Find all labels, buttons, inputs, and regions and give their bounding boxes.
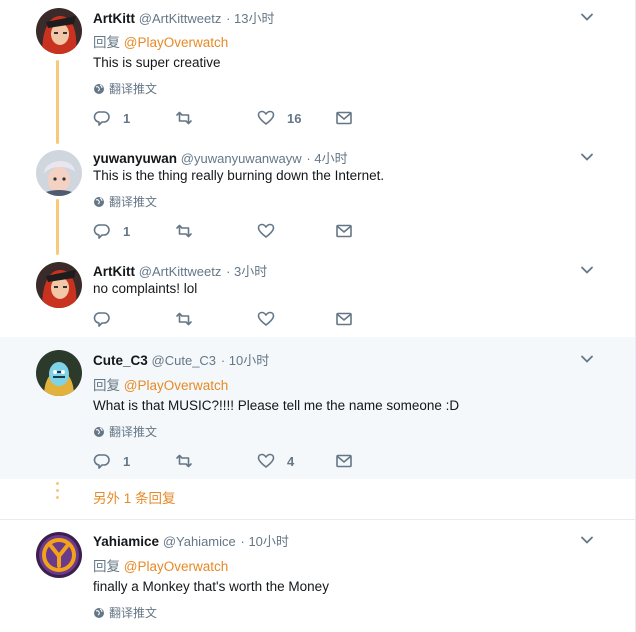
chevron-down-icon[interactable] <box>580 10 594 24</box>
reply-count: 1 <box>123 223 131 239</box>
display-name[interactable]: Cute_C3 <box>93 353 148 368</box>
chevron-down-icon[interactable] <box>580 263 594 277</box>
display-name[interactable]: yuwanyuwan <box>93 151 177 166</box>
chevron-down-icon[interactable] <box>580 352 594 366</box>
like-button[interactable]: 16 <box>257 109 301 127</box>
reply-prefix: 回复 <box>93 35 120 50</box>
avatar[interactable] <box>36 532 82 578</box>
reply-prefix: 回复 <box>93 378 120 393</box>
globe-icon <box>94 196 104 207</box>
retweet-icon <box>176 224 192 238</box>
thread-line <box>56 199 59 255</box>
avatar[interactable] <box>36 262 82 308</box>
like-button[interactable]: 4 <box>257 452 294 470</box>
user-handle[interactable]: @yuwanyuwanwayw <box>181 151 302 166</box>
reply-icon <box>93 224 110 239</box>
reply-context: 回复 @PlayOverwatch <box>93 374 228 394</box>
dm-button[interactable] <box>335 452 353 470</box>
chevron-down-icon[interactable] <box>580 533 594 547</box>
retweet-button[interactable] <box>175 222 205 240</box>
divider <box>0 519 636 520</box>
show-more-replies-link[interactable]: 另外 1 条回复 <box>93 487 176 507</box>
retweet-icon <box>176 111 192 125</box>
retweet-button[interactable] <box>175 310 205 328</box>
reply-icon <box>93 454 110 469</box>
tweet-text: finally a Monkey that's worth the Money <box>93 579 329 594</box>
user-handle[interactable]: @ArtKittweetz <box>139 264 222 279</box>
reply-button[interactable] <box>93 310 123 328</box>
tweet-text: This is the thing really burning down th… <box>93 168 385 183</box>
display-name[interactable]: ArtKitt <box>93 11 135 26</box>
translate-label: 翻译推文 <box>109 606 158 620</box>
thread-dots <box>56 482 59 503</box>
timestamp[interactable]: · 4小时 <box>306 151 347 166</box>
timestamp[interactable]: · 13小时 <box>226 11 274 26</box>
reply-context: 回复 @PlayOverwatch <box>93 555 228 575</box>
timestamp[interactable]: · 10小时 <box>221 353 269 368</box>
retweet-button[interactable] <box>175 109 205 127</box>
heart-icon <box>257 223 275 238</box>
chevron-down-icon[interactable] <box>580 150 594 164</box>
tweet-text: This is super creative <box>93 55 221 70</box>
translate-label: 翻译推文 <box>109 425 158 439</box>
reply-icon <box>93 312 110 327</box>
translate-link[interactable]: 翻译推文 <box>93 193 157 210</box>
user-handle[interactable]: @Cute_C3 <box>152 353 217 368</box>
dm-button[interactable] <box>335 222 353 240</box>
tweet-text: What is that MUSIC?!!!! Please tell me t… <box>93 398 460 413</box>
like-button[interactable] <box>257 222 287 240</box>
retweet-icon <box>176 312 192 326</box>
dm-button[interactable] <box>335 310 353 328</box>
display-name[interactable]: ArtKitt <box>93 264 135 279</box>
heart-icon <box>257 110 275 125</box>
heart-icon <box>257 453 275 468</box>
mention-link[interactable]: @PlayOverwatch <box>124 559 229 574</box>
reply-count: 1 <box>123 110 131 126</box>
dm-button[interactable] <box>335 109 353 127</box>
timestamp[interactable]: · 3小时 <box>226 264 267 279</box>
mention-link[interactable]: @PlayOverwatch <box>124 35 229 50</box>
user-handle[interactable]: @ArtKittweetz <box>139 11 222 26</box>
reply-button[interactable]: 1 <box>93 109 130 127</box>
thread-line <box>56 60 59 144</box>
reply-count: 1 <box>123 453 131 469</box>
translate-link[interactable]: 翻译推文 <box>93 80 157 97</box>
reply-button[interactable]: 1 <box>93 452 130 470</box>
retweet-icon <box>176 454 192 468</box>
globe-icon <box>94 607 104 618</box>
translate-label: 翻译推文 <box>109 195 158 209</box>
reply-icon <box>93 111 110 126</box>
translate-link[interactable]: 翻译推文 <box>93 604 157 621</box>
avatar[interactable] <box>36 8 82 54</box>
avatar[interactable] <box>36 150 82 196</box>
envelope-icon <box>336 111 352 125</box>
avatar[interactable] <box>36 350 82 396</box>
translate-label: 翻译推文 <box>109 82 158 96</box>
envelope-icon <box>336 312 352 326</box>
tweet-text: no complaints! lol <box>93 281 198 296</box>
reply-prefix: 回复 <box>93 559 120 574</box>
globe-icon <box>94 426 104 437</box>
retweet-button[interactable] <box>175 452 205 470</box>
timestamp[interactable]: · 10小时 <box>241 534 289 549</box>
like-button[interactable] <box>257 310 287 328</box>
envelope-icon <box>336 224 352 238</box>
mention-link[interactable]: @PlayOverwatch <box>124 378 229 393</box>
reply-context: 回复 @PlayOverwatch <box>93 31 228 51</box>
heart-icon <box>257 311 275 326</box>
translate-link[interactable]: 翻译推文 <box>93 423 157 440</box>
like-count: 4 <box>287 453 295 469</box>
display-name[interactable]: Yahiamice <box>93 534 159 549</box>
reply-button[interactable]: 1 <box>93 222 130 240</box>
like-count: 16 <box>287 110 302 126</box>
envelope-icon <box>336 454 352 468</box>
user-handle[interactable]: @Yahiamice <box>163 534 236 549</box>
globe-icon <box>94 83 104 94</box>
